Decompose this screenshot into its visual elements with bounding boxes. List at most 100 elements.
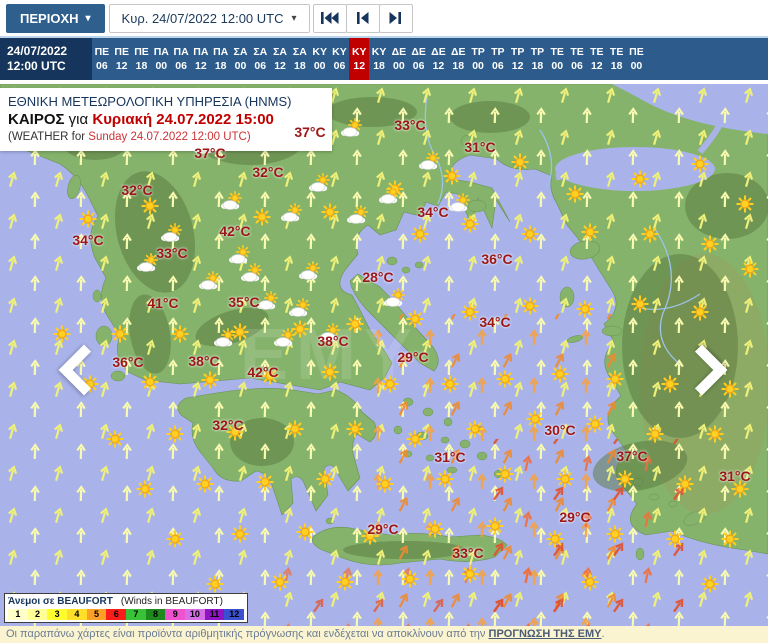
step-back-button[interactable] xyxy=(345,3,380,33)
sun-icon xyxy=(345,314,365,334)
temperature-label: 28°C xyxy=(362,269,394,285)
timeline-cell-ΤΕ-18[interactable]: ΤΕ 18 xyxy=(607,38,627,80)
emy-forecast-link[interactable]: ΠΡΟΓΝΩΣΗ ΤΗΣ ΕΜΥ xyxy=(489,628,602,640)
timeline-day-label: ΠΕ xyxy=(134,46,149,58)
sun-icon xyxy=(520,296,540,316)
timeline-cell-ΚΥ-06[interactable]: ΚΥ 06 xyxy=(330,38,350,80)
timeline-hour-label: 06 xyxy=(491,60,504,72)
timeline-cell-ΤΡ-12[interactable]: ΤΡ 12 xyxy=(508,38,528,80)
temperature-label: 32°C xyxy=(252,164,284,180)
temperature-label: 41°C xyxy=(147,295,179,311)
timeline-cell-ΣΑ-00[interactable]: ΣΑ 00 xyxy=(231,38,251,80)
beaufort-scale-cell-9: 9 xyxy=(165,609,186,620)
timeline-cell-ΠΕ-12[interactable]: ΠΕ 12 xyxy=(112,38,132,80)
timeline-day-label: ΔΕ xyxy=(431,46,446,58)
sun-icon xyxy=(140,196,160,216)
timeline-cell-ΠΕ-06[interactable]: ΠΕ 06 xyxy=(92,38,112,80)
skip-to-first-button[interactable] xyxy=(312,3,347,33)
sun-icon xyxy=(252,207,272,227)
timeline-cell-ΚΥ-00[interactable]: ΚΥ 00 xyxy=(310,38,330,80)
temperature-label: 31°C xyxy=(434,449,466,465)
weather-datetime: Κυριακή 24.07.2022 15:00 xyxy=(92,111,274,128)
temperature-label: 34°C xyxy=(72,232,104,248)
timeline-cell-ΠΑ-06[interactable]: ΠΑ 06 xyxy=(171,38,191,80)
timeline-hour-label: 00 xyxy=(313,60,326,72)
timeline-cell-ΔΕ-06[interactable]: ΔΕ 06 xyxy=(409,38,429,80)
timeline-cell-ΣΑ-12[interactable]: ΣΑ 12 xyxy=(270,38,290,80)
sun-icon xyxy=(230,524,250,544)
sun-icon xyxy=(105,429,125,449)
disclaimer-suffix: . xyxy=(601,628,605,640)
sun-icon xyxy=(335,572,355,592)
agency-title: ΕΘΝΙΚΗ ΜΕΤΕΩΡΟΛΟΓΙΚΗ ΥΠΗΡΕΣΙΑ (HNMS) xyxy=(8,94,292,109)
timeline-hour-label: 18 xyxy=(373,60,385,72)
step-forward-button[interactable] xyxy=(378,3,413,33)
datetime-dropdown-button[interactable]: Κυρ. 24/07/2022 12:00 UTC ▾ xyxy=(108,3,310,33)
beaufort-scale: 1 2 3 4 5 6 7 8 9 10 11 12 xyxy=(8,609,245,620)
weather-map[interactable]: ΕΜΥ ΕΘΝΙΚΗ ΜΕΤΕΩΡΟΛΟΓΙΚΗ ΥΠΗΡΕΣΙΑ (HNMS)… xyxy=(0,84,768,626)
timeline-hour-label: 12 xyxy=(432,60,445,72)
temperature-label: 30°C xyxy=(544,422,576,438)
timeline-hour-label: 06 xyxy=(96,60,108,72)
beaufort-scale-cell-8: 8 xyxy=(145,609,166,620)
timeline-cell-ΚΥ-12[interactable]: ΚΥ 12 xyxy=(349,38,370,80)
hnms-weather-page: ΠΕΡΙΟΧΗ ▾ Κυρ. 24/07/2022 12:00 UTC ▾ 24… xyxy=(0,0,768,643)
sun-icon xyxy=(405,429,425,449)
temperature-label: 38°C xyxy=(188,353,220,369)
timeline-cell-ΠΑ-00[interactable]: ΠΑ 00 xyxy=(151,38,171,80)
sun-icon xyxy=(690,302,710,322)
sun-icon xyxy=(295,522,315,542)
timeline-hour-label: 06 xyxy=(333,60,346,72)
timeline-cell-ΠΕ-18[interactable]: ΠΕ 18 xyxy=(132,38,152,80)
sun-icon xyxy=(580,222,600,242)
timeline-cell-ΠΑ-12[interactable]: ΠΑ 12 xyxy=(191,38,211,80)
timeline-cell-ΚΥ-18[interactable]: ΚΥ 18 xyxy=(369,38,389,80)
timeline-day-label: ΠΑ xyxy=(173,46,189,58)
weather-for: για xyxy=(64,111,93,128)
time-nav-group xyxy=(312,3,413,33)
timeline-cell-ΤΡ-00[interactable]: ΤΡ 00 xyxy=(468,38,488,80)
timeline-cell-ΤΡ-06[interactable]: ΤΡ 06 xyxy=(488,38,508,80)
timeline-cells: ΠΕ 06 ΠΕ 12 ΠΕ 18 ΠΑ 00 ΠΑ 06 ΠΑ 12 ΠΑ 18 ΣΑ 00 ΣΑ 06 ΣΑ 12… xyxy=(92,38,646,80)
timeline-cell-ΤΡ-18[interactable]: ΤΡ 18 xyxy=(528,38,548,80)
sun-icon xyxy=(495,369,515,389)
timeline-day-label: ΚΥ xyxy=(371,46,387,58)
timeline-cell-ΣΑ-06[interactable]: ΣΑ 06 xyxy=(250,38,270,80)
timeline-day-label: ΔΕ xyxy=(450,46,466,58)
legend-title-en: (Winds in BEAUFORT) xyxy=(120,596,223,607)
timeline-cell-ΔΕ-00[interactable]: ΔΕ 00 xyxy=(389,38,409,80)
temperature-label: 32°C xyxy=(212,417,244,433)
sun-icon xyxy=(615,469,635,489)
sun-icon xyxy=(660,374,680,394)
beaufort-scale-cell-11: 11 xyxy=(204,609,225,620)
temperature-label: 36°C xyxy=(112,354,144,370)
sun-icon xyxy=(78,209,98,229)
timeline-cell-ΔΕ-18[interactable]: ΔΕ 18 xyxy=(448,38,468,80)
timeline-hour-label: 12 xyxy=(115,60,128,72)
weather-en-prefix: (WEATHER for xyxy=(8,131,89,143)
temperature-label: 37°C xyxy=(294,124,326,140)
temperature-label: 32°C xyxy=(121,182,153,198)
region-dropdown-button[interactable]: ΠΕΡΙΟΧΗ ▾ xyxy=(6,3,105,33)
sun-icon xyxy=(425,519,445,539)
timeline-cell-ΤΕ-06[interactable]: ΤΕ 06 xyxy=(567,38,587,80)
timeline-cell-ΠΕ-00[interactable]: ΠΕ 00 xyxy=(627,38,647,80)
timeline-cell-ΔΕ-12[interactable]: ΔΕ 12 xyxy=(429,38,449,80)
temperature-label: 31°C xyxy=(464,139,496,155)
timeline-day-label: ΠΕ xyxy=(114,46,129,58)
timeline-cell-ΤΕ-12[interactable]: ΤΕ 12 xyxy=(587,38,607,80)
sun-icon xyxy=(442,166,462,186)
beaufort-scale-cell-6: 6 xyxy=(106,609,127,620)
timeline-cell-ΤΕ-00[interactable]: ΤΕ 00 xyxy=(547,38,567,80)
timeline-hour-label: 12 xyxy=(590,60,603,72)
weather-title: ΚΑΙΡΟΣ για Κυριακή 24.07.2022 15:00 xyxy=(8,110,322,130)
timeline-day-label: ΔΕ xyxy=(411,46,426,58)
region-label: ΠΕΡΙΟΧΗ xyxy=(20,10,79,26)
temperature-label: 33°C xyxy=(394,117,426,133)
chevron-down-icon: ▾ xyxy=(85,12,91,24)
timeline-cell-ΠΑ-18[interactable]: ΠΑ 18 xyxy=(211,38,231,80)
timeline-hour-label: 00 xyxy=(234,60,247,72)
timeline-cell-ΣΑ-18[interactable]: ΣΑ 18 xyxy=(290,38,310,80)
sun-icon xyxy=(255,472,275,492)
sun-icon xyxy=(720,529,740,549)
